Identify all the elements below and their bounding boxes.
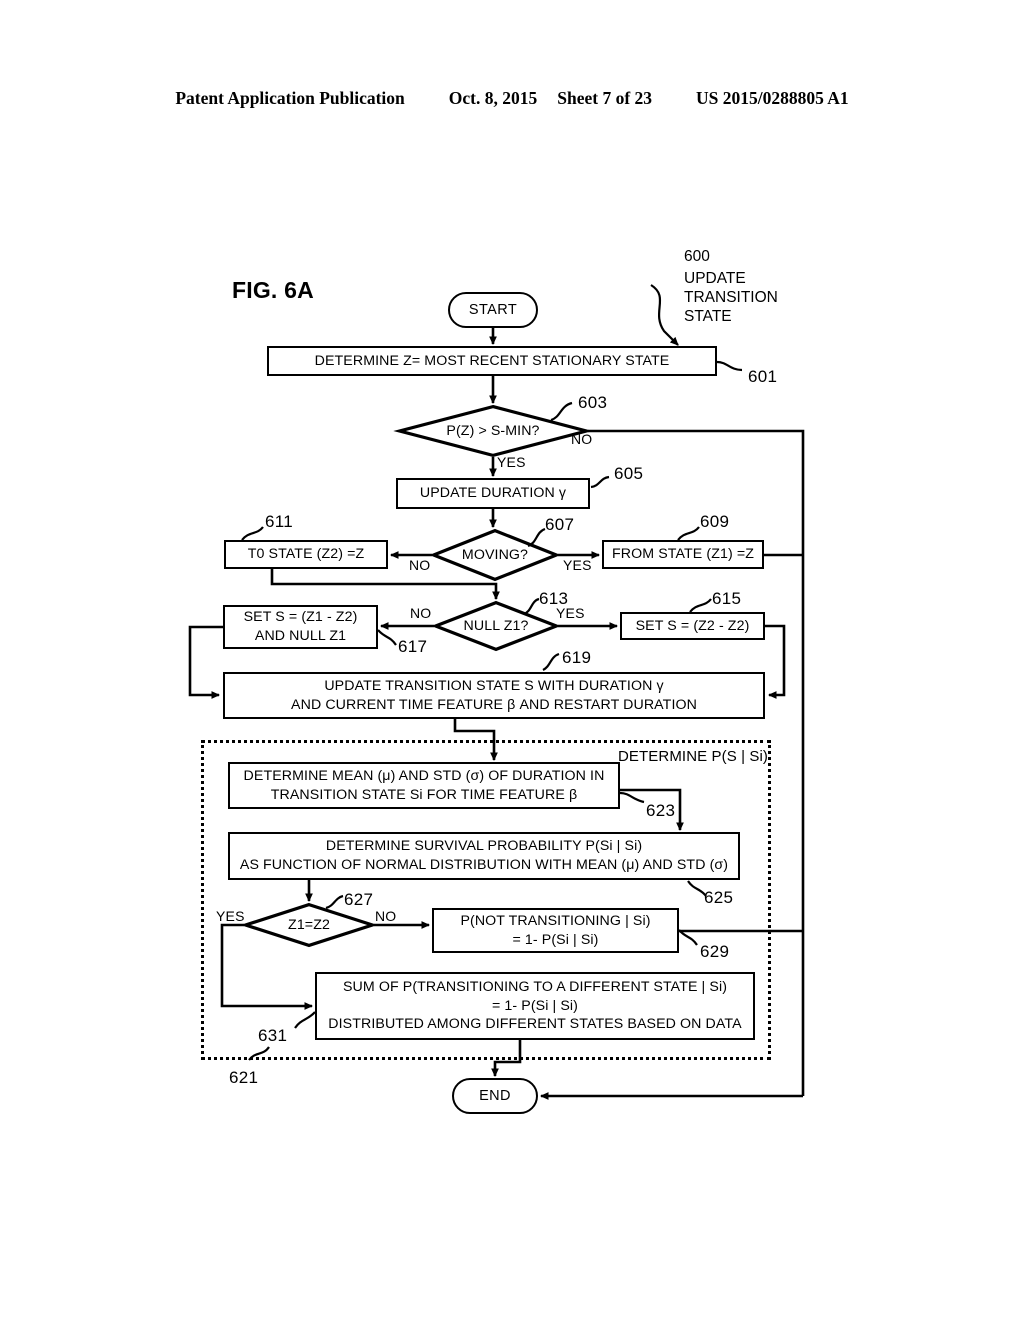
node-601-determine-z: DETERMINE Z= MOST RECENT STATIONARY STAT… (267, 346, 717, 376)
node-603-yes-label: YES (497, 454, 526, 470)
region-621-label: DETERMINE P(S | Si) (618, 748, 768, 765)
ref-611: 611 (265, 512, 294, 531)
node-631-line3: DISTRIBUTED AMONG DIFFERENT STATES BASED… (328, 1016, 742, 1033)
ref-601: 601 (748, 367, 778, 386)
callout-600-number: 600 (684, 248, 710, 265)
ref-623: 623 (646, 801, 676, 820)
leader-615 (689, 598, 712, 613)
node-615-label: SET S = (Z2 - Z2) (635, 617, 750, 634)
node-start: START (448, 292, 538, 328)
ref-625: 625 (704, 888, 734, 907)
callout-600-line3: STATE (684, 308, 732, 325)
ref-629: 629 (700, 942, 730, 961)
ref-603: 603 (578, 393, 608, 412)
leader-601 (716, 360, 743, 372)
figure-label: FIG. 6A (232, 277, 314, 303)
node-603-label: P(Z) > S-MIN? (446, 423, 540, 439)
ref-627: 627 (344, 890, 374, 909)
node-619-line2: AND CURRENT TIME FEATURE β AND RESTART D… (291, 696, 697, 713)
node-623-determine-mean-std: DETERMINE MEAN (μ) AND STD (σ) OF DURATI… (228, 762, 620, 809)
node-605-update-duration: UPDATE DURATION γ (396, 478, 590, 509)
leader-619 (542, 652, 560, 671)
node-625-line1: DETERMINE SURVIVAL PROBABILITY P(Si | Si… (325, 838, 643, 855)
node-629-line2: = 1- P(Si | Si) (512, 931, 599, 948)
node-611-label: T0 STATE (Z2) =Z (247, 546, 365, 563)
node-617-set-s-null: SET S = (Z1 - Z2) AND NULL Z1 (223, 605, 378, 649)
callout-600-leader (650, 284, 679, 346)
node-607-label: MOVING? (461, 547, 529, 563)
node-609-from-state: FROM STATE (Z1) =Z (602, 540, 764, 569)
ref-609: 609 (700, 512, 730, 531)
leader-605 (590, 475, 610, 489)
wire-617-to-619 (188, 625, 223, 699)
node-629-p-not-transitioning: P(NOT TRANSITIONING | Si) = 1- P(Si | Si… (432, 908, 679, 953)
node-615-set-s: SET S = (Z2 - Z2) (620, 612, 765, 640)
node-627-yes-label: YES (216, 908, 245, 924)
node-601-label: DETERMINE Z= MOST RECENT STATIONARY STAT… (314, 352, 670, 369)
leader-617 (377, 629, 397, 646)
flow-connectors (188, 284, 805, 1100)
node-625-determine-survival-probability: DETERMINE SURVIVAL PROBABILITY P(Si | Si… (228, 832, 740, 880)
ref-617: 617 (398, 637, 428, 656)
wire-615-to-619 (765, 624, 786, 699)
node-619-line1: UPDATE TRANSITION STATE S WITH DURATION … (324, 677, 664, 694)
node-start-label: START (468, 302, 518, 318)
node-607-no-label: NO (409, 557, 431, 573)
node-611-to-state: T0 STATE (Z2) =Z (224, 540, 388, 569)
node-631-sum-transitioning: SUM OF P(TRANSITIONING TO A DIFFERENT ST… (315, 972, 755, 1040)
node-end-label: END (479, 1088, 511, 1104)
node-605-label: UPDATE DURATION γ (419, 485, 567, 502)
node-629-line1: P(NOT TRANSITIONING | Si) (460, 912, 651, 929)
page-header: Patent Application Publication Oct. 8, 20… (0, 88, 1024, 109)
header-date: Oct. 8, 2015 (448, 88, 538, 108)
node-625-line2: AS FUNCTION OF NORMAL DISTRIBUTION WITH … (239, 857, 729, 873)
node-603-no-label: NO (571, 431, 593, 447)
node-623-line1: DETERMINE MEAN (μ) AND STD (σ) OF DURATI… (243, 767, 605, 784)
patent-figure-page: Patent Application Publication Oct. 8, 20… (0, 0, 1024, 1320)
node-613-yes-label: YES (556, 605, 585, 621)
callout-600-line1: UPDATE (684, 270, 746, 287)
node-623-line2: TRANSITION STATE Si FOR TIME FEATURE β (270, 786, 578, 803)
ref-607: 607 (545, 515, 575, 534)
leader-611 (241, 526, 264, 541)
node-631-line1: SUM OF P(TRANSITIONING TO A DIFFERENT ST… (342, 978, 728, 995)
callout-600-line2: TRANSITION (684, 289, 778, 306)
leader-609 (677, 526, 700, 541)
node-end: END (452, 1078, 538, 1114)
header-sheet: Sheet 7 of 23 (557, 88, 653, 108)
node-617-line2: AND NULL Z1 (254, 628, 347, 644)
header-publication: Patent Application Publication (175, 88, 405, 108)
node-627-no-label: NO (375, 908, 397, 924)
node-613-no-label: NO (410, 605, 432, 621)
ref-615: 615 (712, 589, 742, 608)
node-631-line2: = 1- P(Si | Si) (492, 997, 578, 1014)
node-607-yes-label: YES (563, 557, 592, 573)
ref-605: 605 (614, 464, 644, 483)
ref-621: 621 (229, 1068, 259, 1087)
ref-631: 631 (258, 1026, 288, 1045)
header-document-number: US 2015/0288805 A1 (696, 88, 849, 108)
node-607-decision-moving: MOVING? (429, 528, 561, 582)
node-609-label: FROM STATE (Z1) =Z (612, 546, 754, 563)
ref-619: 619 (562, 648, 592, 667)
node-617-line1: SET S = (Z1 - Z2) (243, 609, 358, 626)
node-603-decision: P(Z) > S-MIN? (393, 404, 593, 458)
node-619-update-transition-state: UPDATE TRANSITION STATE S WITH DURATION … (223, 672, 765, 719)
